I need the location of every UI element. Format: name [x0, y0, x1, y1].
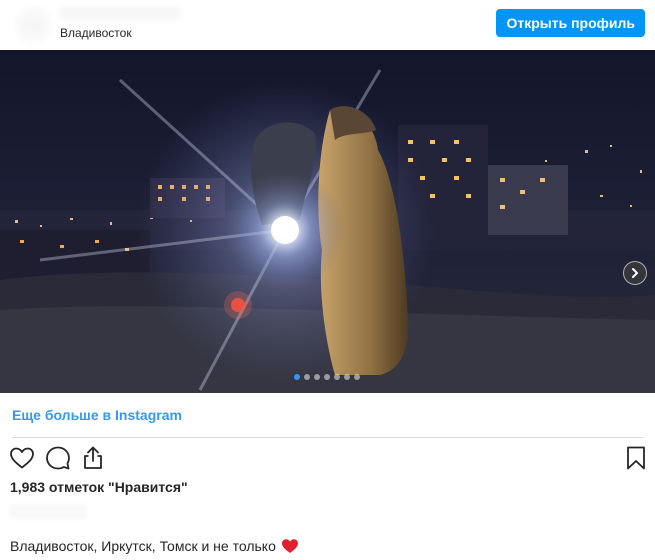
carousel-indicator — [294, 374, 360, 380]
carousel-dot — [354, 374, 360, 380]
likes-count[interactable]: 1,983 отметок "Нравится" — [10, 479, 188, 495]
next-slide-button[interactable] — [623, 261, 647, 285]
instagram-embed: Владивосток Открыть профиль Еще больше в… — [0, 0, 655, 560]
bookmark-icon[interactable] — [622, 444, 650, 472]
location-label[interactable]: Владивосток — [60, 26, 132, 40]
night-city-photo — [0, 50, 655, 393]
carousel-dot — [294, 374, 300, 380]
share-icon[interactable] — [79, 444, 107, 472]
carousel-dot — [344, 374, 350, 380]
open-profile-button[interactable]: Открыть профиль — [496, 9, 645, 37]
username[interactable] — [60, 6, 180, 20]
carousel-dot — [334, 374, 340, 380]
comments-link[interactable] — [10, 505, 88, 519]
heart-icon[interactable] — [8, 444, 36, 472]
divider — [12, 437, 643, 438]
more-on-instagram-link[interactable]: Еще больше в Instagram — [12, 407, 182, 423]
post-header: Владивосток Открыть профиль — [0, 0, 655, 50]
red-heart-icon — [281, 539, 298, 553]
carousel-dot — [304, 374, 310, 380]
chevron-right-icon — [632, 268, 638, 278]
carousel-dot — [314, 374, 320, 380]
caption: Владивосток, Иркутск, Томск и не только — [10, 538, 299, 554]
avatar[interactable] — [14, 6, 52, 44]
comment-icon[interactable] — [44, 444, 72, 472]
post-photo[interactable] — [0, 50, 655, 393]
caption-text: Владивосток, Иркутск, Томск и не только — [10, 538, 276, 554]
carousel-dot — [324, 374, 330, 380]
